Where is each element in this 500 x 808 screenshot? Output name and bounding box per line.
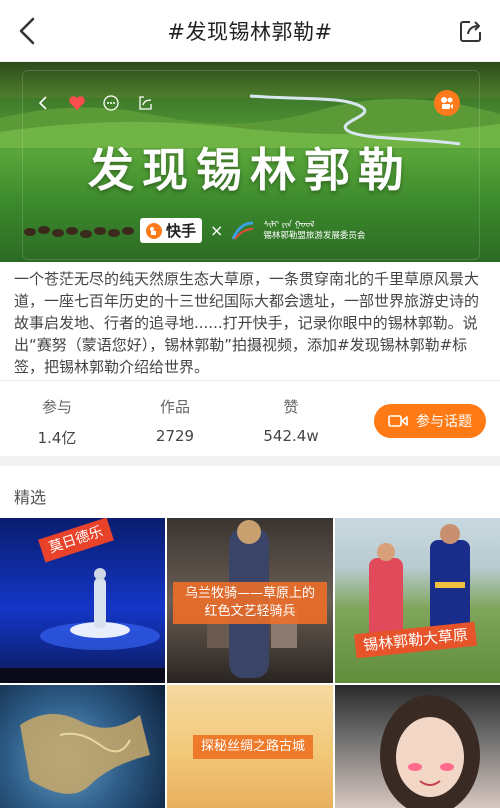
stat-value: 2729 xyxy=(155,427,195,445)
video-tile[interactable]: 莫日德乐 xyxy=(0,518,165,683)
share-out-icon xyxy=(460,21,481,42)
featured-section-title: 精选 xyxy=(14,488,47,507)
kuaishou-logo-icon xyxy=(434,90,460,116)
back-button[interactable] xyxy=(10,14,44,48)
video-tile[interactable] xyxy=(335,685,500,808)
banner-icon-row xyxy=(34,94,154,112)
stat-label: 作品 xyxy=(159,398,190,416)
stat-value: 542.4w xyxy=(263,427,319,445)
tile-thumbnail-family xyxy=(369,524,470,645)
horse-herd-graphic xyxy=(24,226,134,238)
topic-description: 一个苍茫无尽的纯天然原生态大草原，一条贯穿南北的千里草原风景大道，一座七百年历史… xyxy=(14,270,480,376)
share-button[interactable] xyxy=(456,16,486,46)
video-tile[interactable]: 锡林郭勒大草原 xyxy=(335,518,500,683)
org-block: ᠰᠢᠯᠢ ᠶᠢᠨ ᠭᠣᠣᠯ 锡林郭勒盟旅游发展委员会 xyxy=(263,220,365,242)
stat-likes: 赞 542.4w xyxy=(246,396,336,445)
cross-symbol: × xyxy=(210,221,224,240)
join-topic-label: 参与话题 xyxy=(416,414,472,430)
heart-icon xyxy=(68,94,86,112)
top-navigation-bar: #发现锡林郭勒# xyxy=(0,0,500,62)
org-name: 锡林郭勒盟旅游发展委员会 xyxy=(263,230,366,241)
topic-stats: 参与 1.4亿 作品 2729 赞 542.4w 参与话题 xyxy=(0,382,500,454)
kuaishou-brand-text: 快手 xyxy=(166,222,197,240)
tile-thumbnail-portrait xyxy=(380,695,480,808)
xilingol-tourism-logo-icon xyxy=(232,221,254,240)
stat-participants: 参与 1.4亿 xyxy=(12,396,102,448)
section-separator xyxy=(0,456,500,466)
kuaishou-logo-icon xyxy=(146,222,162,239)
kuaishou-brand-logo: 快手 xyxy=(140,218,203,243)
tile-title-tag: 探秘丝绸之路古城 xyxy=(193,735,314,759)
page-title: #发现锡林郭勒# xyxy=(167,19,333,44)
join-topic-button[interactable]: 参与话题 xyxy=(374,404,486,438)
video-camera-icon xyxy=(388,415,408,427)
tile-thumbnail-globe xyxy=(20,713,150,794)
chevron-left-icon xyxy=(34,94,52,112)
video-tile[interactable] xyxy=(0,685,165,808)
tile-title-tag: 乌兰牧骑——草原上的红色文艺轻骑兵 xyxy=(173,582,327,624)
more-icon xyxy=(102,94,120,112)
video-tile[interactable]: 乌兰牧骑——草原上的红色文艺轻骑兵 xyxy=(167,518,333,683)
chevron-left-icon xyxy=(19,17,35,45)
stat-label: 赞 xyxy=(283,398,299,416)
stat-label: 参与 xyxy=(41,398,72,416)
stat-value: 1.4亿 xyxy=(37,429,77,447)
share-out-icon xyxy=(136,94,154,112)
topic-banner: 发现锡林郭勒 快手 × ᠰᠢᠯᠢ ᠶᠢᠨ ᠭᠣᠣᠯ 锡林郭勒盟旅游发展委员会 xyxy=(0,62,500,262)
video-tile[interactable]: 探秘丝绸之路古城 xyxy=(167,685,333,808)
stat-works: 作品 2729 xyxy=(130,396,220,445)
banner-title: 发现锡林郭勒 xyxy=(88,143,412,197)
mongolian-script-decoration: ᠰᠢᠯᠢ ᠶᠢᠨ ᠭᠣᠣᠯ xyxy=(263,219,315,230)
divider xyxy=(0,380,500,381)
banner-logo-row: 快手 × ᠰᠢᠯᠢ ᠶᠢᠨ ᠭᠣᠣᠯ 锡林郭勒盟旅游发展委员会 xyxy=(140,218,365,243)
